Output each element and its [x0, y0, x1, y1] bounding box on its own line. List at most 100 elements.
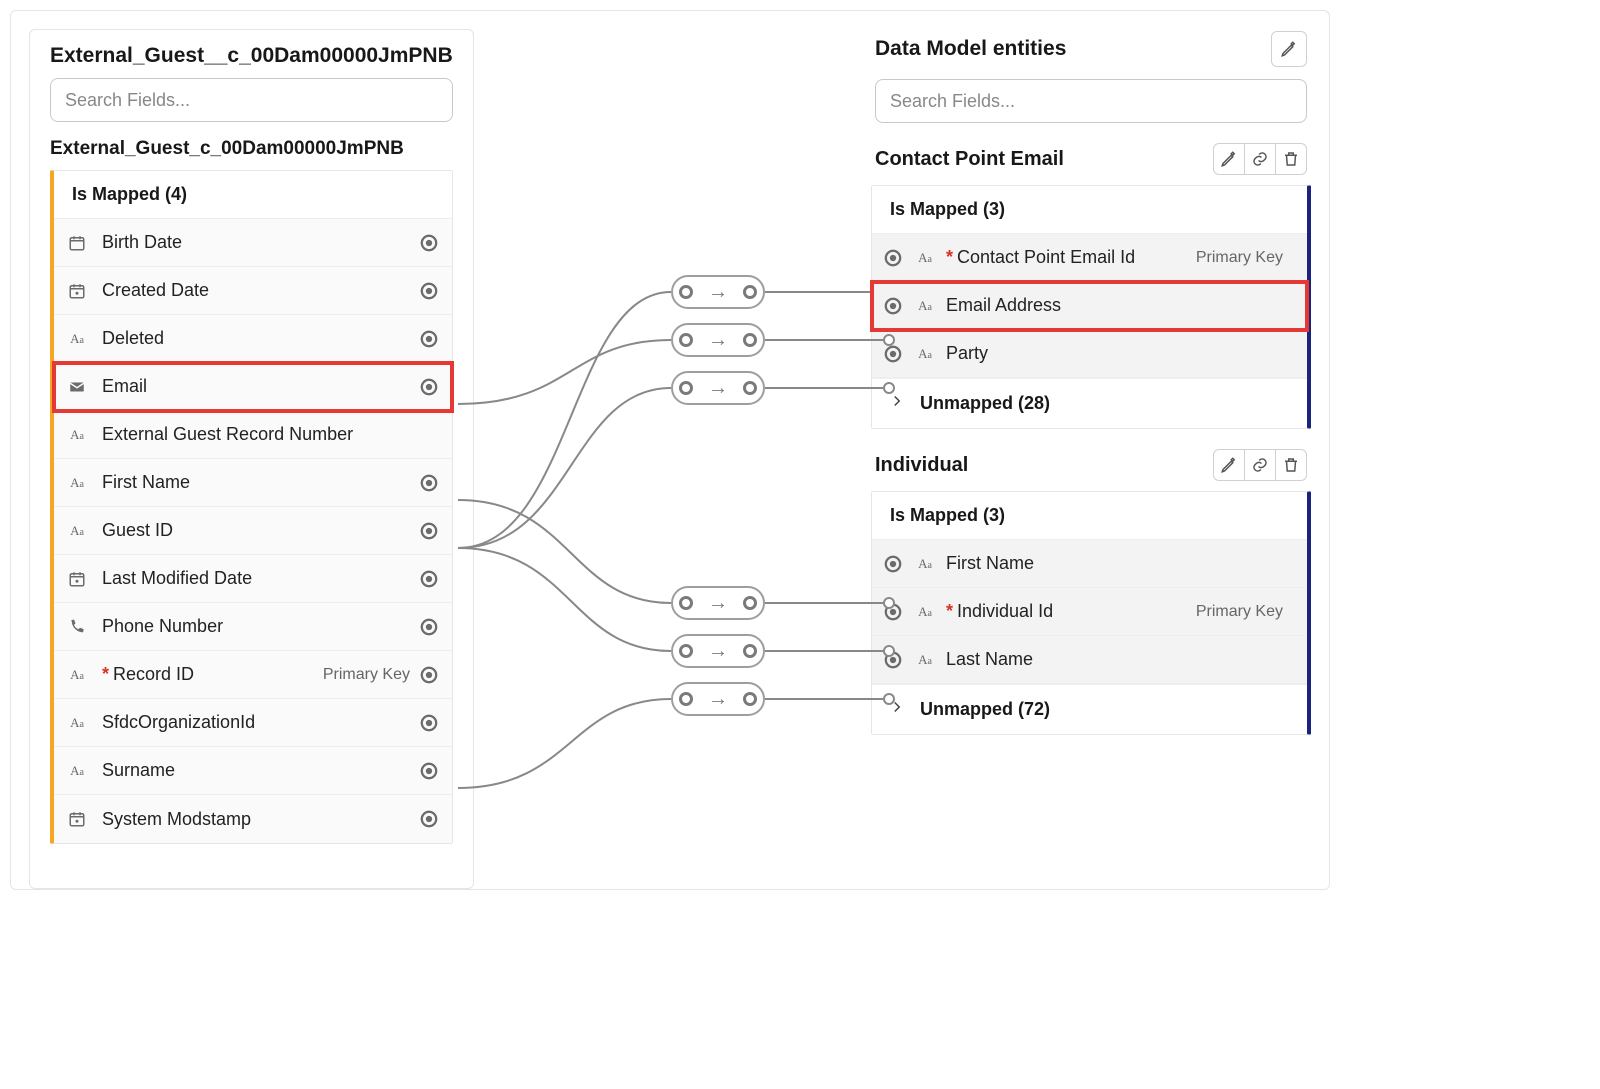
map-handle[interactable] — [420, 762, 438, 780]
field-label: Email Address — [946, 295, 1293, 316]
source-field-row[interactable]: System Modstamp — [54, 795, 452, 843]
map-handle[interactable] — [884, 345, 902, 363]
target-panel: Data Model entities Contact Point Email I… — [871, 29, 1311, 789]
text-icon: Aa — [66, 712, 88, 734]
field-label: First Name — [946, 553, 1293, 574]
map-handle[interactable] — [420, 618, 438, 636]
map-handle[interactable] — [884, 651, 902, 669]
entity-block: IndividualIs Mapped (3)AaFirst NameAa*In… — [871, 443, 1311, 735]
phone-icon — [66, 616, 88, 638]
source-field-list: Is Mapped (4) Birth DateCreated DateAaDe… — [50, 170, 453, 844]
field-label: Phone Number — [102, 616, 420, 637]
text-icon: Aa — [66, 472, 88, 494]
source-field-row[interactable]: Aa SfdcOrganizationId — [54, 699, 452, 747]
field-label: Guest ID — [102, 520, 420, 541]
field-label: SfdcOrganizationId — [102, 712, 420, 733]
map-handle[interactable] — [420, 378, 438, 396]
target-field-row[interactable]: Aa Party — [872, 330, 1307, 378]
primary-key-badge: Primary Key — [1196, 249, 1283, 267]
primary-key-badge: Primary Key — [323, 666, 410, 684]
mapping-pill[interactable]: → — [671, 275, 765, 309]
map-handle[interactable] — [420, 282, 438, 300]
source-field-row[interactable]: Phone Number — [54, 603, 452, 651]
source-field-row[interactable]: Aa Deleted — [54, 315, 452, 363]
edit-entity-button[interactable] — [1213, 143, 1245, 175]
arrow-right-icon: → — [708, 378, 728, 398]
text-icon: Aa — [914, 295, 936, 317]
source-field-row[interactable]: Aa *Record IDPrimary Key — [54, 651, 452, 699]
source-field-row[interactable]: AaExternal Guest Record Number — [54, 411, 452, 459]
map-handle[interactable] — [884, 603, 902, 621]
link-entity-button[interactable] — [1244, 143, 1276, 175]
target-field-row[interactable]: Aa*Individual IdPrimary Key — [872, 588, 1307, 636]
text-icon: Aa — [66, 328, 88, 350]
map-handle[interactable] — [420, 570, 438, 588]
edit-entities-button[interactable] — [1271, 31, 1307, 67]
arrow-right-icon: → — [708, 330, 728, 350]
chevron-right-icon — [888, 698, 906, 721]
mapping-pill[interactable]: → — [671, 323, 765, 357]
map-handle[interactable] — [420, 666, 438, 684]
field-label: *Record ID — [102, 664, 323, 685]
entity-title: Individual — [875, 454, 968, 477]
entity-field-list: Is Mapped (3)AaFirst NameAa*Individual I… — [871, 491, 1311, 735]
entity-title: Contact Point Email — [875, 148, 1064, 171]
mapping-pill[interactable]: → — [671, 586, 765, 620]
source-field-row[interactable]: Email — [54, 363, 452, 411]
target-title: Data Model entities — [875, 37, 1066, 61]
field-label: Deleted — [102, 328, 420, 349]
text-icon: Aa — [914, 553, 936, 575]
delete-entity-button[interactable] — [1275, 143, 1307, 175]
mail-icon — [66, 376, 88, 398]
source-panel: External_Guest__c_00Dam00000JmPNB Extern… — [29, 29, 474, 889]
target-field-row[interactable]: AaLast Name — [872, 636, 1307, 684]
date-icon — [66, 568, 88, 590]
link-entity-button[interactable] — [1244, 449, 1276, 481]
source-field-row[interactable]: Birth Date — [54, 219, 452, 267]
field-label: *Contact Point Email Id — [946, 247, 1196, 268]
source-field-row[interactable]: Created Date — [54, 267, 452, 315]
map-handle[interactable] — [420, 714, 438, 732]
field-label: Surname — [102, 760, 420, 781]
edit-entity-button[interactable] — [1213, 449, 1245, 481]
source-field-row[interactable]: Aa Surname — [54, 747, 452, 795]
mapping-pill[interactable]: → — [671, 634, 765, 668]
entity-mapped-header: Is Mapped (3) — [872, 186, 1307, 234]
target-search-input[interactable] — [875, 79, 1307, 123]
source-field-row[interactable]: Aa First Name — [54, 459, 452, 507]
map-handle[interactable] — [884, 249, 902, 267]
source-field-row[interactable]: Last Modified Date — [54, 555, 452, 603]
text-icon: Aa — [914, 649, 936, 671]
source-search-input[interactable] — [50, 78, 453, 122]
date-icon — [66, 808, 88, 830]
text-icon: Aa — [66, 664, 88, 686]
unmapped-toggle[interactable]: Unmapped (72) — [872, 684, 1307, 734]
text-icon: Aa — [66, 760, 88, 782]
map-handle[interactable] — [420, 234, 438, 252]
unmapped-toggle[interactable]: Unmapped (28) — [872, 378, 1307, 428]
field-label: External Guest Record Number — [102, 424, 438, 445]
map-handle[interactable] — [420, 522, 438, 540]
mapping-pill[interactable]: → — [671, 682, 765, 716]
source-subtitle: External_Guest_c_00Dam00000JmPNB — [30, 132, 473, 170]
target-field-row[interactable]: Aa Email Address — [872, 282, 1307, 330]
map-handle[interactable] — [420, 810, 438, 828]
field-label: Birth Date — [102, 232, 420, 253]
calendar-icon — [66, 232, 88, 254]
delete-entity-button[interactable] — [1275, 449, 1307, 481]
field-label: First Name — [102, 472, 420, 493]
mapping-canvas: External_Guest__c_00Dam00000JmPNB Extern… — [10, 10, 1330, 890]
map-handle[interactable] — [420, 330, 438, 348]
map-handle[interactable] — [420, 474, 438, 492]
map-handle[interactable] — [884, 297, 902, 315]
source-field-row[interactable]: Aa Guest ID — [54, 507, 452, 555]
map-handle[interactable] — [884, 555, 902, 573]
text-icon: Aa — [66, 520, 88, 542]
target-field-row[interactable]: Aa First Name — [872, 540, 1307, 588]
unmapped-label: Unmapped (72) — [920, 699, 1050, 720]
field-label: Party — [946, 343, 1293, 364]
text-icon: Aa — [914, 343, 936, 365]
field-label: Last Modified Date — [102, 568, 420, 589]
mapping-pill[interactable]: → — [671, 371, 765, 405]
target-field-row[interactable]: Aa*Contact Point Email IdPrimary Key — [872, 234, 1307, 282]
